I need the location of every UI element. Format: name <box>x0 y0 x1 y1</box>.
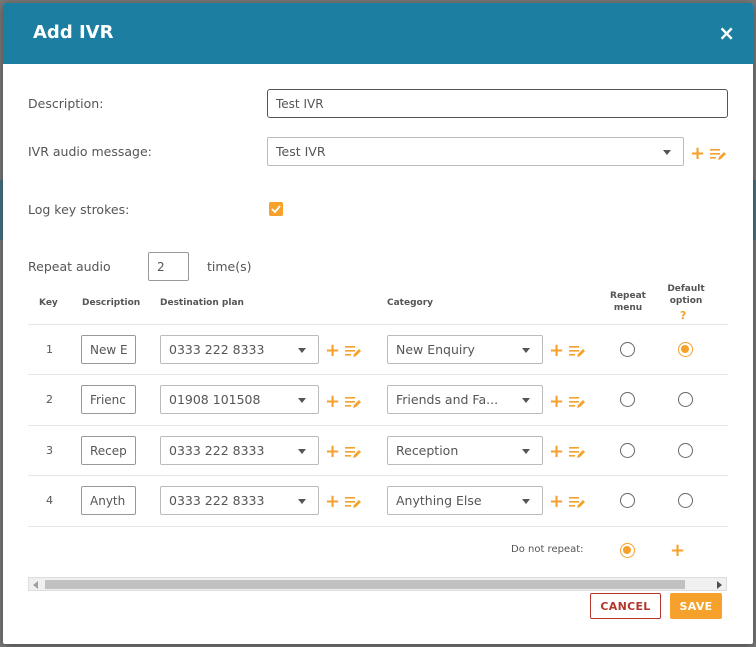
save-button[interactable]: SAVE <box>670 593 722 619</box>
add-category-plus-icon[interactable]: + <box>549 342 564 360</box>
edit-category-list-edit-icon[interactable] <box>569 495 585 509</box>
log-keystrokes-label: Log key strokes: <box>28 202 130 217</box>
horizontal-scrollbar[interactable] <box>28 577 727 591</box>
description-label: Description: <box>28 96 104 111</box>
col-header-description: Description <box>82 298 141 308</box>
row-key: 3 <box>46 444 53 457</box>
caret-down-icon <box>298 448 306 454</box>
row-description-input[interactable]: Recep <box>81 436 136 465</box>
row-destination-value: 0333 222 8333 <box>169 342 265 357</box>
add-ivr-dialog: Add IVR × Description: Test IVR IVR audi… <box>3 3 753 644</box>
row-destination-value: 0333 222 8333 <box>169 443 265 458</box>
col-header-repeat-menu-line1: Repeat <box>610 291 646 301</box>
do-not-repeat-label: Do not repeat: <box>511 544 584 555</box>
edit-category-list-edit-icon[interactable] <box>569 445 585 459</box>
repeat-menu-radio[interactable] <box>620 342 635 357</box>
row-description-input[interactable]: Anyth <box>81 486 136 515</box>
scroll-thumb[interactable] <box>45 580 685 589</box>
col-header-repeat-menu-line2: menu <box>613 303 643 313</box>
row-divider <box>28 374 728 375</box>
row-key: 4 <box>46 494 53 507</box>
repeat-menu-radio[interactable] <box>620 443 635 458</box>
row-key: 2 <box>46 393 53 406</box>
dialog-title: Add IVR <box>33 22 114 43</box>
caret-down-icon <box>298 397 306 403</box>
row-category-select[interactable]: Reception <box>387 436 543 465</box>
do-not-repeat-radio[interactable] <box>620 543 635 558</box>
dialog-header: Add IVR × <box>3 3 753 64</box>
repeat-audio-label: Repeat audio <box>28 259 111 274</box>
row-category-select[interactable]: Anything Else <box>387 486 543 515</box>
row-destination-value: 0333 222 8333 <box>169 493 265 508</box>
caret-down-icon <box>298 347 306 353</box>
audio-message-select[interactable]: Test IVR <box>267 137 684 166</box>
edit-destination-list-edit-icon[interactable] <box>345 344 361 358</box>
caret-down-icon <box>522 347 530 353</box>
default-option-radio[interactable] <box>678 342 693 357</box>
col-header-default-line1: Default <box>667 284 705 294</box>
row-key: 1 <box>46 343 53 356</box>
row-category-value: New Enquiry <box>396 342 475 357</box>
description-input[interactable]: Test IVR <box>267 89 728 118</box>
repeat-menu-radio[interactable] <box>620 392 635 407</box>
log-keystrokes-checkbox[interactable] <box>269 202 283 216</box>
caret-down-icon <box>663 149 671 155</box>
edit-audio-list-edit-icon[interactable] <box>710 147 726 161</box>
row-category-value: Anything Else <box>396 493 482 508</box>
add-category-plus-icon[interactable]: + <box>549 443 564 461</box>
col-header-category: Category <box>387 298 434 308</box>
row-divider <box>28 324 728 325</box>
col-header-repeat-menu: Repeat menu <box>603 291 653 313</box>
row-destination-select[interactable]: 01908 101508 <box>160 385 319 414</box>
edit-destination-list-edit-icon[interactable] <box>345 445 361 459</box>
col-header-default-line2: option <box>669 296 703 306</box>
row-category-value: Reception <box>396 443 459 458</box>
close-icon[interactable]: × <box>718 23 735 43</box>
audio-message-value: Test IVR <box>276 144 326 159</box>
row-category-select[interactable]: Friends and Fa... <box>387 385 543 414</box>
row-destination-select[interactable]: 0333 222 8333 <box>160 335 319 364</box>
col-header-key: Key <box>39 298 58 308</box>
row-destination-select[interactable]: 0333 222 8333 <box>160 436 319 465</box>
row-divider <box>28 526 728 527</box>
scroll-right-icon[interactable] <box>717 581 722 589</box>
add-destination-plus-icon[interactable]: + <box>325 493 340 511</box>
repeat-menu-radio[interactable] <box>620 493 635 508</box>
repeat-audio-input[interactable]: 2 <box>148 252 189 281</box>
caret-down-icon <box>522 448 530 454</box>
default-option-help-icon[interactable]: ? <box>680 309 686 322</box>
edit-destination-list-edit-icon[interactable] <box>345 495 361 509</box>
edit-category-list-edit-icon[interactable] <box>569 344 585 358</box>
row-description-input[interactable]: New E <box>81 335 136 364</box>
repeat-audio-suffix: time(s) <box>207 259 252 274</box>
add-category-plus-icon[interactable]: + <box>549 393 564 411</box>
row-destination-value: 01908 101508 <box>169 392 261 407</box>
caret-down-icon <box>522 397 530 403</box>
add-destination-plus-icon[interactable]: + <box>325 443 340 461</box>
scroll-left-icon[interactable] <box>33 581 38 589</box>
col-header-destination: Destination plan <box>160 298 244 308</box>
default-option-radio[interactable] <box>678 443 693 458</box>
cancel-button[interactable]: CANCEL <box>590 593 661 619</box>
edit-category-list-edit-icon[interactable] <box>569 395 585 409</box>
caret-down-icon <box>522 498 530 504</box>
row-destination-select[interactable]: 0333 222 8333 <box>160 486 319 515</box>
add-audio-plus-icon[interactable]: + <box>690 145 705 163</box>
default-option-radio[interactable] <box>678 493 693 508</box>
row-description-input[interactable]: Frienc <box>81 385 136 414</box>
edit-destination-list-edit-icon[interactable] <box>345 395 361 409</box>
caret-down-icon <box>298 498 306 504</box>
audio-message-label: IVR audio message: <box>28 144 152 159</box>
row-divider <box>28 475 728 476</box>
add-destination-plus-icon[interactable]: + <box>325 393 340 411</box>
add-category-plus-icon[interactable]: + <box>549 493 564 511</box>
row-category-value: Friends and Fa... <box>396 392 499 407</box>
row-category-select[interactable]: New Enquiry <box>387 335 543 364</box>
default-option-radio[interactable] <box>678 392 693 407</box>
row-divider <box>28 425 728 426</box>
check-icon <box>271 205 281 214</box>
add-destination-plus-icon[interactable]: + <box>325 342 340 360</box>
add-key-plus-icon[interactable]: + <box>670 542 685 560</box>
col-header-default-option: Default option <box>661 284 711 306</box>
